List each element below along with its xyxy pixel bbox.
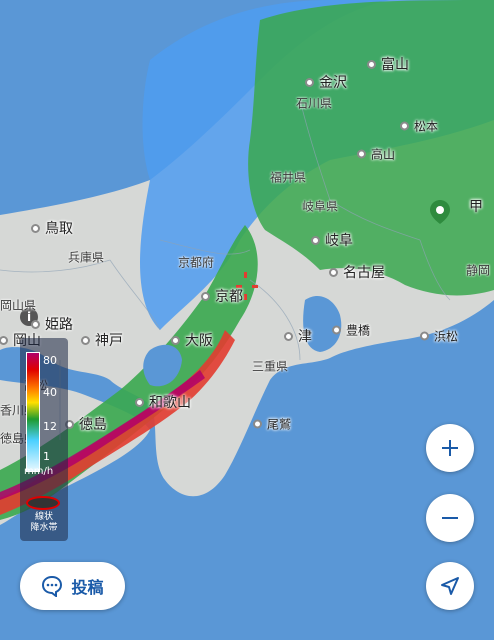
city-dot-icon [253, 419, 262, 429]
city-label: 姫路 [45, 317, 73, 333]
city-dot-icon [171, 335, 180, 345]
city-label: 津 [298, 329, 312, 345]
post-button[interactable]: 投稿 [20, 562, 125, 610]
city-label: 豊橋 [346, 323, 371, 338]
city-dot-icon [311, 235, 320, 245]
legend-tick: 12 [43, 420, 57, 433]
navigation-arrow-icon [441, 577, 459, 595]
city-label: 徳島 [79, 417, 107, 433]
legend-band-label-line2: 降水帯 [30, 523, 58, 533]
minus-icon [442, 517, 458, 519]
city-marker-tokushima[interactable]: 徳島 [65, 414, 107, 434]
city-marker-wakayama[interactable]: 和歌山 [135, 392, 191, 412]
city-label: 神戸 [95, 333, 123, 349]
legend-color-scale [26, 352, 40, 472]
chat-bubble-icon [42, 575, 63, 597]
city-dot-icon [329, 267, 338, 277]
city-marker-matsumoto[interactable]: 松本 [400, 118, 438, 135]
legend-band-label-line1: 線状 [34, 512, 53, 522]
prefecture-label: 静岡 [465, 263, 491, 278]
city-dot-icon [400, 121, 409, 131]
city-dot-icon [135, 397, 144, 407]
prefecture-label: 石川県 [295, 96, 333, 111]
city-marker-takayama[interactable]: 高山 [357, 146, 395, 163]
prefecture-label: 岡山県 [0, 298, 37, 313]
city-marker-kyoto[interactable]: 京都 [201, 286, 243, 306]
city-dot-icon [0, 335, 8, 345]
zoom-in-button[interactable] [426, 424, 474, 472]
linear-rainband-icon [26, 496, 60, 510]
city-dot-icon [420, 331, 429, 341]
city-dot-icon [305, 77, 314, 87]
zoom-out-button[interactable] [426, 494, 474, 542]
prefecture-label: 兵庫県 [67, 250, 105, 265]
prefecture-label: 福井県 [269, 170, 307, 185]
post-button-label: 投稿 [71, 578, 104, 597]
city-dot-icon [201, 291, 210, 301]
city-label: 鳥取 [45, 221, 73, 237]
city-label: 大阪 [185, 333, 213, 349]
city-label: 金沢 [319, 75, 347, 91]
city-dot-icon [284, 331, 293, 341]
city-marker-nagoya[interactable]: 名古屋 [329, 262, 385, 282]
city-dot-icon [332, 325, 341, 335]
city-label: 京都 [215, 289, 243, 305]
city-label: 岐阜 [325, 233, 353, 249]
city-dot-icon [31, 319, 40, 329]
city-marker-toyama[interactable]: 富山 [367, 54, 409, 74]
city-label: 和歌山 [149, 395, 191, 411]
city-marker-osaka[interactable]: 大阪 [171, 330, 213, 350]
city-marker-tottori[interactable]: 鳥取 [31, 218, 73, 238]
city-marker-kofu[interactable]: 甲 [469, 196, 483, 216]
city-marker-toyohashi[interactable]: 豊橋 [332, 322, 370, 339]
location-pin-icon[interactable] [430, 200, 450, 224]
city-marker-hamamatsu[interactable]: 浜松 [420, 328, 458, 345]
prefecture-label: 三重県 [251, 359, 289, 374]
city-label: 富山 [381, 57, 409, 73]
city-dot-icon [31, 223, 40, 233]
city-dot-icon [357, 149, 366, 159]
legend-band-label: 線状 降水帯 [20, 512, 68, 534]
city-label: 松本 [414, 119, 439, 134]
city-marker-kanazawa[interactable]: 金沢 [305, 72, 347, 92]
legend-unit: mm/h [24, 466, 54, 477]
city-label: 尾鷲 [267, 417, 292, 432]
legend-tick: 40 [43, 386, 57, 399]
city-label: 高山 [371, 147, 396, 162]
city-label: 甲 [469, 199, 483, 215]
plus-icon [442, 440, 458, 456]
legend-tick: 80 [43, 354, 57, 367]
radar-map[interactable] [0, 0, 494, 640]
city-marker-tsu[interactable]: 津 [284, 326, 312, 346]
legend-tick: 1 [43, 450, 50, 463]
prefecture-label: 岐阜県 [301, 199, 339, 214]
city-dot-icon [81, 335, 90, 345]
city-dot-icon [367, 59, 376, 69]
city-marker-kobe[interactable]: 神戸 [81, 330, 123, 350]
city-marker-owase[interactable]: 尾鷲 [253, 416, 291, 433]
city-marker-gifu[interactable]: 岐阜 [311, 230, 353, 250]
current-location-button[interactable] [426, 562, 474, 610]
city-label: 浜松 [434, 329, 459, 344]
city-label: 名古屋 [343, 265, 385, 281]
prefecture-label: 京都府 [177, 255, 215, 270]
rainfall-legend[interactable]: 80 40 12 1 mm/h 線状 降水帯 [20, 338, 68, 541]
